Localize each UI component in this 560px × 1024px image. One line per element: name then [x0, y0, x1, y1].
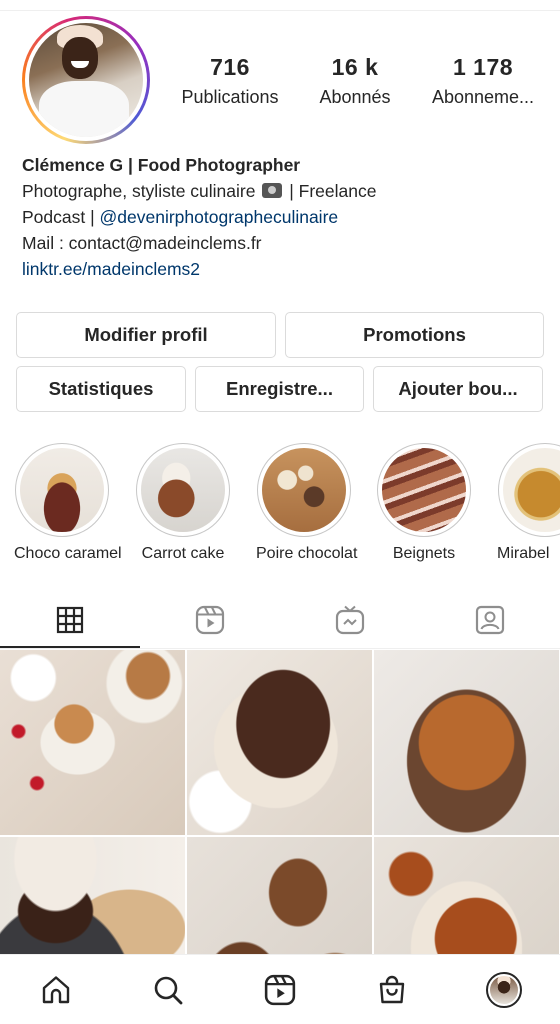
highlight-cover — [503, 448, 560, 532]
profile-avatar[interactable] — [22, 16, 150, 144]
highlight-label: Mirabel — [497, 545, 550, 562]
bio-line-2-text: Podcast | — [22, 207, 95, 227]
nav-profile[interactable] — [481, 967, 527, 1013]
bio-line-1-text: Photographe, styliste culinaire — [22, 181, 256, 201]
post-thumbnail[interactable] — [0, 650, 185, 835]
add-button[interactable]: Ajouter bou... — [373, 366, 543, 412]
highlight-cover — [141, 448, 225, 532]
post-thumbnail[interactable] — [187, 650, 372, 835]
nav-home[interactable] — [33, 967, 79, 1013]
bottom-navigation — [0, 954, 560, 1024]
grid-icon — [56, 606, 84, 634]
following-label: Abonneme... — [431, 87, 535, 107]
shop-icon — [379, 975, 405, 1004]
highlight-cover — [382, 448, 466, 532]
highlight-label: Poire chocolat — [256, 545, 358, 562]
post-thumbnail[interactable] — [374, 650, 559, 835]
website-link[interactable]: linktr.ee/madeinclems2 — [22, 256, 552, 282]
stat-followers[interactable]: 16 k Abonnés — [308, 54, 402, 108]
highlight-cover — [262, 448, 346, 532]
edit-profile-button[interactable]: Modifier profil — [16, 312, 276, 358]
bio-line-2: Podcast | @devenirphotographeculinaire — [22, 204, 552, 230]
followers-count: 16 k — [331, 54, 379, 80]
highlight-label: Carrot cake — [141, 545, 225, 562]
insights-button[interactable]: Statistiques — [16, 366, 186, 412]
tabs-divider — [0, 648, 560, 649]
mention-link[interactable]: @devenirphotographeculinaire — [100, 207, 339, 227]
stat-following[interactable]: 1 178 Abonneme... — [420, 54, 546, 108]
highlight-beignets[interactable]: Beignets — [376, 443, 472, 563]
saved-button[interactable]: Enregistre... — [195, 366, 364, 412]
bio-line-1: Photographe, styliste culinaire | Freela… — [22, 178, 552, 204]
search-icon — [154, 976, 183, 1005]
stat-posts[interactable]: 716 Publications — [170, 54, 290, 108]
tab-reels[interactable] — [140, 594, 280, 646]
posts-grid — [0, 650, 560, 954]
camera-flash-emoji-icon — [262, 183, 283, 198]
status-divider — [0, 10, 560, 11]
profile-name: Clémence G | Food Photographer — [22, 155, 301, 175]
post-thumbnail[interactable] — [187, 837, 372, 954]
profile-bio: Clémence G | Food Photographer Photograp… — [22, 152, 552, 282]
posts-count: 716 — [210, 54, 250, 80]
following-count: 1 178 — [452, 54, 514, 80]
post-thumbnail[interactable] — [0, 837, 185, 954]
nav-shop[interactable] — [369, 967, 415, 1013]
post-thumbnail[interactable] — [374, 837, 559, 954]
promotions-button[interactable]: Promotions — [285, 312, 544, 358]
nav-search[interactable] — [145, 967, 191, 1013]
tab-posts-grid[interactable] — [0, 594, 140, 646]
bio-line-3: Mail : contact@madeinclems.fr — [22, 233, 262, 253]
tab-tagged[interactable] — [420, 594, 560, 646]
profile-avatar-small — [486, 972, 522, 1008]
highlight-mirabelle[interactable]: Mirabel — [497, 443, 560, 563]
home-icon — [42, 976, 70, 1004]
highlight-label: Beignets — [392, 545, 456, 562]
highlight-poire-chocolat[interactable]: Poire chocolat — [256, 443, 358, 563]
igtv-icon — [335, 605, 365, 635]
tagged-icon — [475, 605, 505, 635]
tab-igtv[interactable] — [280, 594, 420, 646]
highlight-choco-caramel[interactable]: Choco caramel — [14, 443, 122, 563]
highlight-carrot-cake[interactable]: Carrot cake — [135, 443, 231, 563]
posts-label: Publications — [181, 87, 279, 107]
avatar-photo — [29, 23, 143, 137]
highlight-cover — [20, 448, 104, 532]
highlight-label: Choco caramel — [14, 545, 122, 562]
reels-icon — [264, 974, 296, 1006]
bio-line-1-suffix: | Freelance — [289, 181, 377, 201]
profile-tabs — [0, 594, 560, 648]
followers-label: Abonnés — [319, 87, 391, 107]
reels-icon — [195, 605, 225, 635]
nav-reels[interactable] — [257, 967, 303, 1013]
